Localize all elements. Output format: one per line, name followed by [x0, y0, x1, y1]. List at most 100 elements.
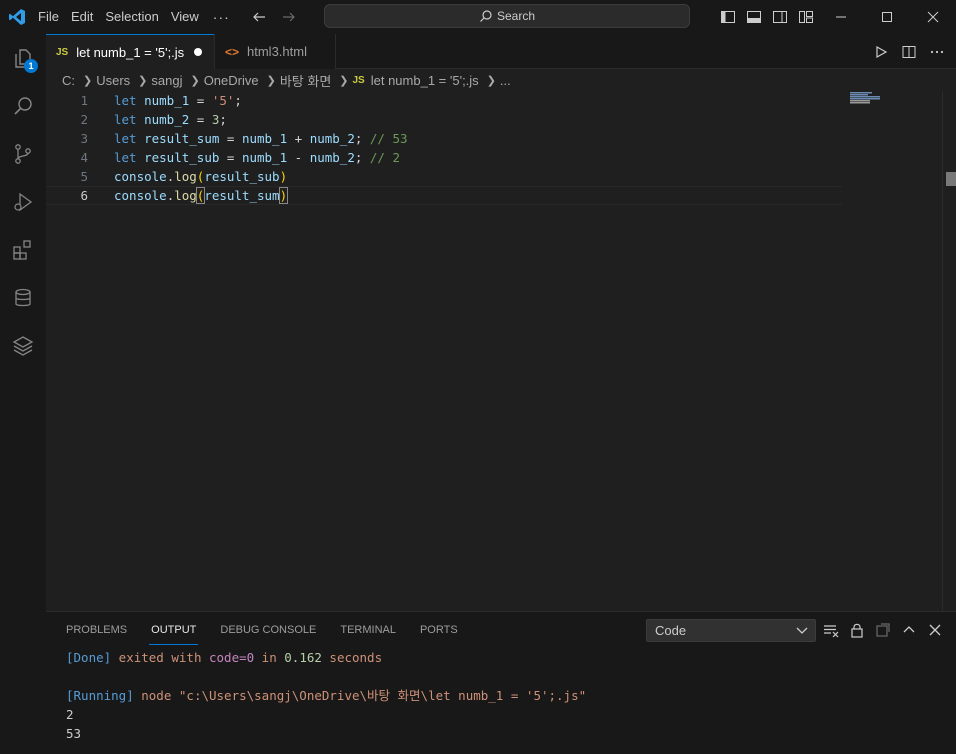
toggle-primary-sidebar-icon[interactable]: [718, 7, 738, 27]
database-button[interactable]: [0, 274, 46, 322]
customize-layout-icon[interactable]: [796, 7, 816, 27]
keyword: let: [114, 131, 137, 146]
panel-actions: [822, 621, 944, 639]
menu-edit[interactable]: Edit: [65, 0, 99, 34]
exit-code: code=0: [209, 650, 255, 665]
operator: -: [287, 150, 310, 165]
command-center-search[interactable]: Search: [324, 4, 690, 28]
chevron-right-icon: ❯: [266, 74, 276, 87]
identifier: numb_2: [309, 131, 355, 146]
output-blank-line: [66, 667, 586, 686]
code-line-6[interactable]: 6 console.log(result_sum): [46, 186, 842, 205]
code-line-1[interactable]: 1 let numb_1 = '5';: [46, 91, 842, 110]
menu-file[interactable]: File: [32, 0, 65, 34]
breadcrumb-symbols[interactable]: ...: [500, 73, 511, 88]
split-editor-icon[interactable]: [900, 43, 918, 61]
breadcrumb-desktop[interactable]: 바탕 화면: [280, 71, 331, 90]
punctuation: ;: [354, 131, 370, 146]
line-number: 5: [80, 169, 88, 184]
activity-bar: 1: [0, 34, 46, 754]
source-control-icon: [15, 144, 31, 164]
code-line-2[interactable]: 2 let numb_2 = 3;: [46, 110, 842, 129]
maximize-icon[interactable]: [864, 0, 910, 34]
identifier: numb_1: [241, 131, 288, 146]
running-tag: [Running]: [66, 688, 134, 703]
output-line-done: [Done] exited with code=0 in 0.162 secon…: [66, 648, 586, 667]
js-file-icon: JS: [56, 46, 69, 58]
output-log[interactable]: [Done] exited with code=0 in 0.162 secon…: [66, 648, 586, 743]
source-control-button[interactable]: [0, 130, 46, 178]
open-in-editor-icon[interactable]: [874, 621, 892, 639]
breadcrumb-drive[interactable]: C:: [62, 73, 75, 88]
toggle-panel-icon[interactable]: [744, 7, 764, 27]
line-number: 1: [80, 93, 88, 108]
tab-js-file[interactable]: JS let numb_1 = '5';.js: [46, 34, 214, 69]
scrollbar-cursor-marker: [946, 172, 956, 186]
breadcrumb-sangj[interactable]: sangj: [151, 73, 182, 88]
output-line-running: [Running] node "c:\Users\sangj\OneDrive\…: [66, 686, 586, 705]
identifier: result_sum: [144, 131, 220, 146]
editor-scrollbar[interactable]: [942, 91, 956, 611]
more-actions-icon[interactable]: [928, 43, 946, 61]
code-editor[interactable]: 1 let numb_1 = '5'; 2 let numb_2 = 3; 3 …: [46, 91, 942, 611]
explorer-badge: 1: [24, 59, 38, 73]
code-line-3[interactable]: 3 let result_sum = numb_1 + numb_2; // 5…: [46, 129, 842, 148]
operator: =: [189, 112, 212, 127]
lock-scroll-icon[interactable]: [848, 621, 866, 639]
tab-problems[interactable]: PROBLEMS: [66, 612, 127, 648]
tab-html-file[interactable]: <> html3.html: [214, 34, 336, 69]
breadcrumb-file[interactable]: let numb_1 = '5';.js: [371, 73, 479, 88]
toggle-secondary-sidebar-icon[interactable]: [770, 7, 790, 27]
function-name: log: [174, 169, 197, 184]
string-literal: '5': [211, 93, 235, 108]
panel-tabs: PROBLEMS OUTPUT DEBUG CONSOLE TERMINAL P…: [66, 612, 458, 648]
identifier: numb_2: [309, 150, 355, 165]
code-line-5[interactable]: 5 console.log(result_sub): [46, 167, 842, 186]
tab-label: let numb_1 = '5';.js: [76, 44, 185, 60]
paren: ): [279, 169, 288, 184]
menu-more-button[interactable]: ···: [205, 9, 238, 25]
identifier: console: [114, 169, 167, 184]
breadcrumb-users[interactable]: Users: [96, 73, 130, 88]
operator: =: [219, 131, 242, 146]
output-text: exited with: [111, 650, 209, 665]
layers-icon: [12, 336, 34, 356]
punctuation: ;: [354, 150, 370, 165]
output-channel-select[interactable]: Code: [646, 619, 816, 642]
output-text: seconds: [321, 650, 383, 665]
unsaved-dot-icon[interactable]: [194, 48, 203, 56]
chevron-right-icon: ❯: [190, 74, 200, 87]
layers-button[interactable]: [0, 322, 46, 370]
close-icon[interactable]: [910, 0, 956, 34]
menu-view[interactable]: View: [165, 0, 205, 34]
elapsed-time: 0.162: [284, 650, 322, 665]
minimize-icon[interactable]: [818, 0, 864, 34]
breadcrumb-onedrive[interactable]: OneDrive: [204, 73, 259, 88]
extensions-button[interactable]: [0, 226, 46, 274]
code-line-4[interactable]: 4 let result_sub = numb_1 - numb_2; // 2: [46, 148, 842, 167]
minimap[interactable]: [850, 92, 890, 104]
keyword: let: [114, 150, 137, 165]
menu-bar: File Edit Selection View ···: [32, 0, 238, 34]
editor-actions: [872, 43, 946, 61]
tab-ports[interactable]: PORTS: [420, 612, 458, 648]
layout-controls: [718, 7, 816, 27]
tab-output[interactable]: OUTPUT: [149, 612, 199, 648]
run-code-icon[interactable]: [872, 43, 890, 61]
menu-selection[interactable]: Selection: [99, 0, 164, 34]
output-text: in: [254, 650, 285, 665]
back-arrow-icon[interactable]: [248, 6, 270, 28]
tab-debug-console[interactable]: DEBUG CONSOLE: [220, 612, 316, 648]
run-debug-button[interactable]: [0, 178, 46, 226]
tab-terminal[interactable]: TERMINAL: [340, 612, 396, 648]
search-view-button[interactable]: [0, 82, 46, 130]
extensions-icon: [13, 240, 31, 260]
close-panel-icon[interactable]: [926, 621, 944, 639]
line-number: 2: [80, 112, 88, 127]
maximize-panel-icon[interactable]: [900, 621, 918, 639]
database-icon: [15, 288, 31, 307]
clear-output-icon[interactable]: [822, 621, 840, 639]
explorer-button[interactable]: 1: [0, 34, 46, 82]
window-controls: [818, 0, 956, 34]
forward-arrow-icon[interactable]: [278, 6, 300, 28]
